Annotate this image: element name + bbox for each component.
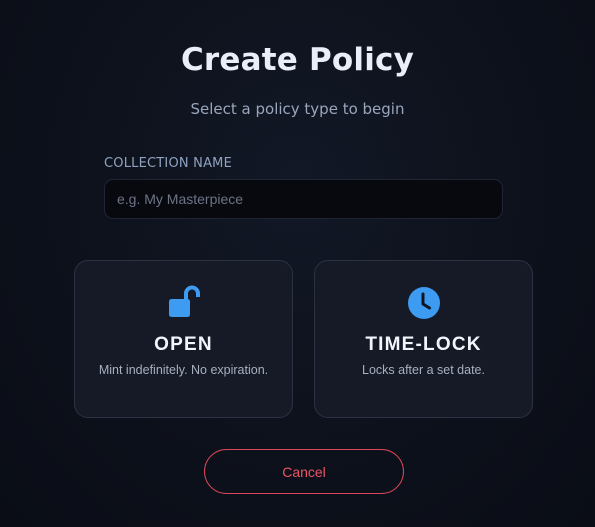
policy-card-time-lock-title: TIME-LOCK: [365, 334, 482, 355]
page-subtitle: Select a policy type to begin: [190, 100, 405, 118]
clock-icon: [315, 283, 532, 323]
policy-card-open-description: Mint indefinitely. No expiration.: [98, 363, 269, 377]
collection-name-input[interactable]: [104, 179, 503, 219]
policy-card-time-lock[interactable]: TIME-LOCK Locks after a set date.: [314, 260, 533, 418]
unlocked-padlock-icon: [75, 283, 292, 323]
create-policy-page: Create Policy Select a policy type to be…: [0, 0, 595, 527]
page-title: Create Policy: [180, 42, 415, 78]
policy-card-open-title: OPEN: [154, 334, 213, 355]
collection-name-label: COLLECTION NAME: [104, 156, 232, 171]
cancel-button-label: Cancel: [282, 463, 326, 480]
policy-card-open[interactable]: OPEN Mint indefinitely. No expiration.: [74, 260, 293, 418]
cancel-button[interactable]: Cancel: [204, 449, 404, 494]
policy-card-time-lock-description: Locks after a set date.: [362, 363, 485, 377]
